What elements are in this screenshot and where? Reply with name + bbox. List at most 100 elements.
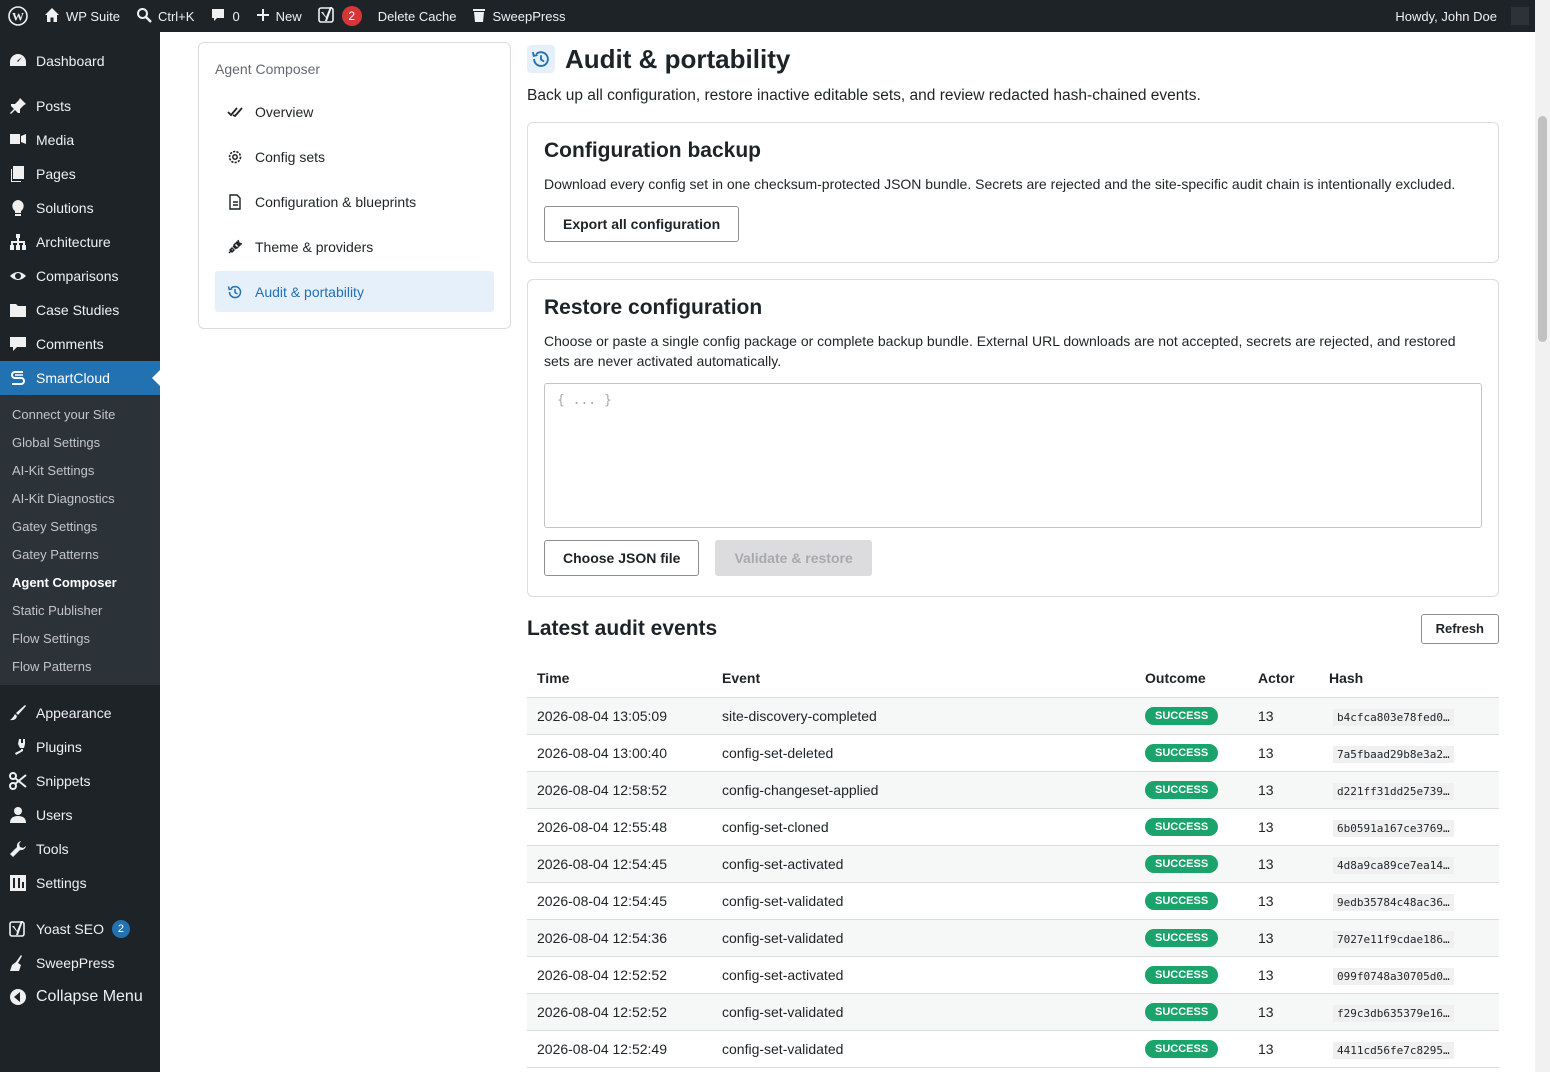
event-hash-cell: d221ff31dd25e739…: [1319, 771, 1499, 809]
lightbulb-icon: [8, 198, 28, 218]
sweeppress-label: SweepPress: [492, 8, 566, 24]
menu-label: Pages: [36, 166, 76, 182]
table-row: 2026-08-04 12:58:52 config-changeset-appl…: [527, 771, 1499, 809]
menu-architecture[interactable]: Architecture: [0, 225, 160, 259]
delete-cache-link[interactable]: Delete Cache: [370, 0, 465, 32]
howdy-text: Howdy, John Doe: [1395, 8, 1497, 24]
event-hash-cell: 4d8a9ca89ce7ea14…: [1319, 845, 1499, 883]
event-name: config-set-cloned: [722, 818, 829, 835]
event-actor: 13: [1258, 929, 1274, 946]
submenu-global-settings[interactable]: Global Settings: [0, 429, 160, 457]
settings-sliders-icon: [8, 873, 28, 893]
event-time: 2026-08-04 12:54:45: [537, 855, 667, 872]
nav-label: Overview: [255, 103, 314, 120]
event-time-cell: 2026-08-04 12:52:52: [527, 956, 712, 994]
nav-item-audit-portability[interactable]: Audit & portability: [215, 271, 494, 312]
page-description: Back up all configuration, restore inact…: [527, 87, 1201, 104]
menu-media[interactable]: Media: [0, 123, 160, 157]
event-hash: f29c3db635379e16…: [1333, 1004, 1454, 1022]
history-icon: [527, 45, 555, 73]
event-hash-cell: f29c3db635379e16…: [1319, 993, 1499, 1031]
audit-events-header: Latest audit events Refresh: [527, 613, 1499, 644]
history-icon: [227, 284, 243, 300]
menu-pages[interactable]: Pages: [0, 157, 160, 191]
yoast-notification-badge: 2: [111, 920, 130, 938]
menu-sweeppress[interactable]: SweepPress: [0, 946, 160, 980]
menu-posts[interactable]: Posts: [0, 89, 160, 123]
submenu-gatey-patterns[interactable]: Gatey Patterns: [0, 541, 160, 569]
sweeppress-link[interactable]: SweepPress: [464, 0, 573, 32]
scrollbar-thumb[interactable]: [1538, 116, 1547, 342]
new-content-link[interactable]: New: [248, 0, 310, 32]
validate-restore-button[interactable]: Validate & restore: [715, 540, 872, 576]
menu-solutions[interactable]: Solutions: [0, 191, 160, 225]
site-link[interactable]: WP Suite: [36, 0, 128, 32]
event-name: config-set-activated: [722, 855, 844, 872]
smartcloud-icon: [8, 368, 28, 388]
json-input[interactable]: { ... }: [544, 383, 1482, 528]
event-time-cell: 2026-08-04 12:52:49: [527, 1030, 712, 1068]
menu-snippets[interactable]: Snippets: [0, 764, 160, 798]
yoast-menu[interactable]: 2: [310, 0, 370, 32]
table-row: 2026-08-04 12:52:52 config-set-activated S…: [527, 956, 1499, 994]
submenu-static-publisher[interactable]: Static Publisher: [0, 597, 160, 625]
menu-settings[interactable]: Settings: [0, 866, 160, 900]
submenu-flow-patterns[interactable]: Flow Patterns: [0, 653, 160, 681]
nav-item-config-sets[interactable]: Config sets: [215, 136, 494, 177]
column-event: Event: [712, 660, 1135, 698]
scrollbar[interactable]: [1535, 0, 1550, 1072]
nav-item-configuration-blueprints[interactable]: Configuration & blueprints: [215, 181, 494, 222]
menu-case-studies[interactable]: Case Studies: [0, 293, 160, 327]
yoast-icon: [317, 6, 336, 27]
menu-label: Collapse Menu: [36, 988, 143, 1005]
nav-label: Config sets: [255, 148, 326, 165]
submenu-connect-site[interactable]: Connect your Site: [0, 401, 160, 429]
menu-comments[interactable]: Comments: [0, 327, 160, 361]
menu-plugins[interactable]: Plugins: [0, 730, 160, 764]
nav-item-theme-providers[interactable]: Theme & providers: [215, 226, 494, 267]
submenu-agent-composer[interactable]: Agent Composer: [0, 569, 160, 597]
event-name: config-set-activated: [722, 966, 844, 983]
main-content: Audit & portability Back up all configur…: [527, 32, 1499, 1068]
event-hash: 099f0748a30705d0…: [1333, 967, 1454, 985]
nav-item-overview[interactable]: Overview: [215, 91, 494, 132]
menu-users[interactable]: Users: [0, 798, 160, 832]
menu-dashboard[interactable]: Dashboard: [0, 44, 160, 78]
home-icon: [44, 7, 60, 26]
table-row: 2026-08-04 13:00:40 config-set-deleted SUC…: [527, 734, 1499, 772]
event-hash: b4cfca803e78fed0…: [1333, 708, 1454, 726]
refresh-button[interactable]: Refresh: [1420, 613, 1499, 644]
menu-tools[interactable]: Tools: [0, 832, 160, 866]
submenu-ai-kit-settings[interactable]: AI-Kit Settings: [0, 457, 160, 485]
media-icon: [8, 130, 28, 150]
menu-label: Users: [36, 807, 73, 823]
wordpress-logo-icon[interactable]: W: [0, 0, 36, 32]
menu-smartcloud[interactable]: SmartCloud: [0, 361, 160, 395]
submenu-flow-settings[interactable]: Flow Settings: [0, 625, 160, 653]
menu-yoast-seo[interactable]: Yoast SEO 2: [0, 912, 160, 946]
event-time-cell: 2026-08-04 12:54:45: [527, 882, 712, 920]
search-shortcut-label: Ctrl+K: [157, 8, 195, 24]
submenu-gatey-settings[interactable]: Gatey Settings: [0, 513, 160, 541]
event-outcome: SUCCESS: [1145, 1040, 1219, 1058]
event-time-cell: 2026-08-04 12:52:52: [527, 993, 712, 1031]
search-shortcut[interactable]: Ctrl+K: [128, 0, 202, 32]
event-name-cell: config-changeset-applied: [712, 771, 1135, 809]
event-time-cell: 2026-08-04 12:55:48: [527, 808, 712, 846]
menu-appearance[interactable]: Appearance: [0, 696, 160, 730]
export-all-button[interactable]: Export all configuration: [544, 206, 740, 242]
menu-comparisons[interactable]: Comparisons: [0, 259, 160, 293]
event-outcome-cell: SUCCESS: [1135, 734, 1248, 772]
event-outcome-cell: SUCCESS: [1135, 1030, 1248, 1068]
choose-json-file-button[interactable]: Choose JSON file: [544, 540, 700, 576]
account-menu[interactable]: Howdy, John Doe: [1387, 0, 1535, 32]
event-outcome: SUCCESS: [1145, 818, 1219, 836]
submenu-ai-kit-diagnostics[interactable]: AI-Kit Diagnostics: [0, 485, 160, 513]
event-outcome: SUCCESS: [1145, 707, 1219, 725]
comments-link[interactable]: 0: [202, 0, 247, 32]
event-actor: 13: [1258, 744, 1274, 761]
pages-icon: [8, 164, 28, 184]
column-hash: Hash: [1319, 660, 1499, 698]
collapse-menu-button[interactable]: Collapse Menu: [0, 980, 160, 1014]
event-name-cell: config-set-validated: [712, 1030, 1135, 1068]
